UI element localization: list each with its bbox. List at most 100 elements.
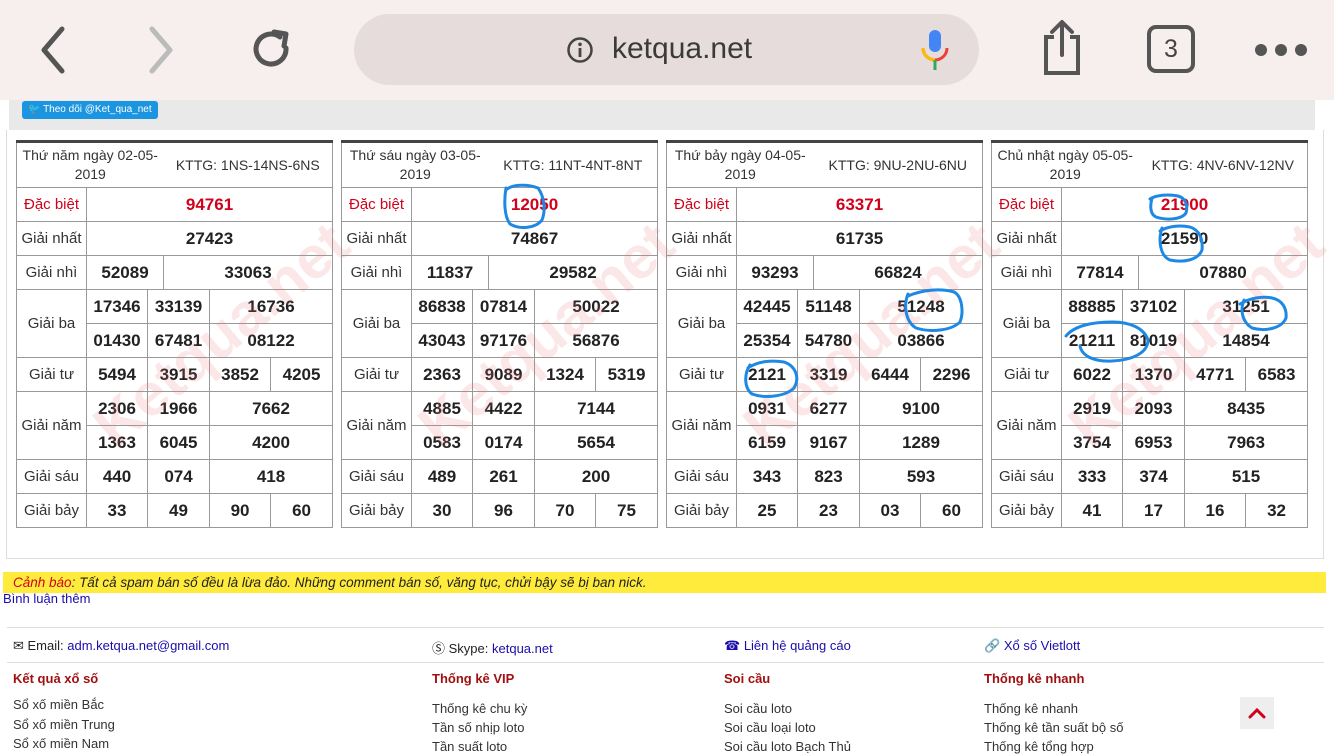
footer-col-title[interactable]: Kết quả xổ số xyxy=(13,671,98,686)
third-prize: 97176 xyxy=(472,323,535,358)
fifth-prize: 0174 xyxy=(472,425,535,460)
fifth-prize: 4885 xyxy=(411,391,473,426)
draw-date: Thứ năm ngày 02-05-2019 xyxy=(15,141,164,188)
fifth-prize: 1966 xyxy=(146,391,211,426)
third-prize: 08122 xyxy=(209,323,334,358)
result-table: Thứ sáu ngày 03-05-2019 KTTG: 11NT-4NT-8N… xyxy=(341,140,659,528)
info-icon[interactable] xyxy=(566,36,594,69)
second-prize: 93293 xyxy=(736,255,814,290)
footer-link[interactable]: Sổ xố miền Bắc xyxy=(13,697,104,712)
prize-label: Giải nhì xyxy=(341,255,412,290)
scroll-to-top-button[interactable] xyxy=(1240,697,1274,729)
footer-link[interactable]: Thống kê chu kỳ xyxy=(432,701,527,716)
vietlott-link[interactable]: Xổ số Vietlott xyxy=(1004,638,1080,653)
second-prize: 11837 xyxy=(411,255,489,290)
skype-link[interactable]: ketqua.net xyxy=(492,641,553,656)
tab-count: 3 xyxy=(1164,34,1178,63)
special-prize: 12050 xyxy=(410,187,659,222)
reload-icon[interactable] xyxy=(246,24,298,76)
footer-link[interactable]: Thống kê tổng hợp xyxy=(984,739,1094,754)
sixth-prize: 261 xyxy=(472,459,535,494)
third-prize: 50022 xyxy=(533,289,659,324)
footer-col-title[interactable]: Soi cầu xyxy=(724,671,770,686)
kttg-code: KTTG: 1NS-14NS-6NS xyxy=(163,141,334,188)
prize-label: Giải tư xyxy=(666,357,737,392)
footer-link[interactable]: Soi cầu loto Bạch Thủ xyxy=(724,739,851,754)
fourth-prize: 2363 xyxy=(411,357,473,392)
prize-label: Giải sáu xyxy=(991,459,1062,494)
more-comments-link[interactable]: Bình luận thêm xyxy=(3,591,90,606)
seventh-prize: 75 xyxy=(594,493,659,528)
fourth-prize: 5319 xyxy=(594,357,659,392)
special-prize: 63371 xyxy=(735,187,984,222)
sixth-prize: 333 xyxy=(1061,459,1123,494)
back-icon[interactable] xyxy=(30,22,76,78)
microphone-icon[interactable] xyxy=(919,28,951,77)
sixth-prize: 515 xyxy=(1184,459,1309,494)
footer-link[interactable]: Tần suất loto xyxy=(432,739,507,754)
footer-col-title[interactable]: Thống kê VIP xyxy=(432,671,514,686)
footer-link[interactable]: Thống kê tần suất bộ số xyxy=(984,720,1123,735)
share-icon[interactable] xyxy=(1036,18,1088,78)
ads-link[interactable]: Liên hệ quảng cáo xyxy=(744,638,851,653)
footer-link[interactable]: Thống kê nhanh xyxy=(984,701,1078,716)
fourth-prize: 3915 xyxy=(146,357,211,392)
fifth-prize: 5654 xyxy=(533,425,659,460)
sixth-prize: 440 xyxy=(86,459,148,494)
draw-date: Thứ bảy ngày 04-05-2019 xyxy=(666,141,814,188)
third-prize: 43043 xyxy=(411,323,473,358)
prize-label: Giải sáu xyxy=(666,459,737,494)
prize-label: Giải năm xyxy=(341,391,412,460)
prize-label: Đặc biệt xyxy=(991,187,1062,222)
sixth-prize: 074 xyxy=(146,459,211,494)
prize-label: Giải tư xyxy=(341,357,412,392)
third-prize: 51248 xyxy=(858,289,984,324)
fifth-prize: 4422 xyxy=(472,391,535,426)
fifth-prize: 2919 xyxy=(1061,391,1123,426)
forward-icon[interactable] xyxy=(138,22,184,78)
second-prize: 77814 xyxy=(1060,255,1140,290)
fourth-prize: 3852 xyxy=(209,357,272,392)
social-strip xyxy=(9,100,1315,130)
twitter-follow-button[interactable]: 🐦 Theo dõi @Ket_qua_net xyxy=(22,101,158,119)
prize-label: Giải sáu xyxy=(16,459,87,494)
first-prize: 74867 xyxy=(410,221,659,256)
footer-link[interactable]: Sổ xố miền Nam xyxy=(13,736,109,751)
fifth-prize: 6159 xyxy=(736,425,798,460)
fifth-prize: 1289 xyxy=(858,425,984,460)
seventh-prize: 03 xyxy=(859,493,921,528)
fourth-prize: 4771 xyxy=(1184,357,1247,392)
fifth-prize: 6045 xyxy=(146,425,211,460)
third-prize: 21211 xyxy=(1061,323,1123,358)
seventh-prize: 23 xyxy=(797,493,860,528)
third-prize: 81019 xyxy=(1121,323,1186,358)
footer-link[interactable]: Sổ xố miền Trung xyxy=(13,717,115,732)
prize-label: Giải ba xyxy=(991,289,1062,358)
prize-label: Giải bảy xyxy=(341,493,412,528)
fifth-prize: 3754 xyxy=(1061,425,1123,460)
result-table: Thứ năm ngày 02-05-2019 KTTG: 1NS-14NS-6N… xyxy=(15,140,334,528)
footer-link[interactable]: Tần số nhịp loto xyxy=(432,720,525,735)
fifth-prize: 7144 xyxy=(533,391,659,426)
more-icon[interactable] xyxy=(1250,36,1312,64)
prize-label: Giải tư xyxy=(991,357,1062,392)
address-bar[interactable]: ketqua.net xyxy=(354,14,979,85)
mail-icon: ✉ xyxy=(13,638,28,653)
prize-label: Giải bảy xyxy=(16,493,87,528)
prize-label: Giải nhất xyxy=(16,221,87,256)
seventh-prize: 60 xyxy=(919,493,984,528)
twitter-follow-label: Theo dõi @Ket_qua_net xyxy=(43,104,152,115)
prize-label: Giải nhì xyxy=(16,255,87,290)
footer-link[interactable]: Soi cầu loại loto xyxy=(724,720,816,735)
prize-label: Giải năm xyxy=(16,391,87,460)
email-link[interactable]: adm.ketqua.net@gmail.com xyxy=(67,638,229,653)
fifth-prize: 0583 xyxy=(411,425,473,460)
fifth-prize: 7963 xyxy=(1184,425,1309,460)
tabs-icon[interactable]: 3 xyxy=(1146,24,1196,74)
sixth-prize: 823 xyxy=(797,459,860,494)
fifth-prize: 8435 xyxy=(1184,391,1309,426)
footer-col-title[interactable]: Thống kê nhanh xyxy=(984,671,1084,686)
footer-link[interactable]: Soi cầu loto xyxy=(724,701,792,716)
first-prize: 61735 xyxy=(735,221,984,256)
warning-text: : Tất cả spam bán số đều là lừa đảo. Nhữ… xyxy=(71,575,647,590)
